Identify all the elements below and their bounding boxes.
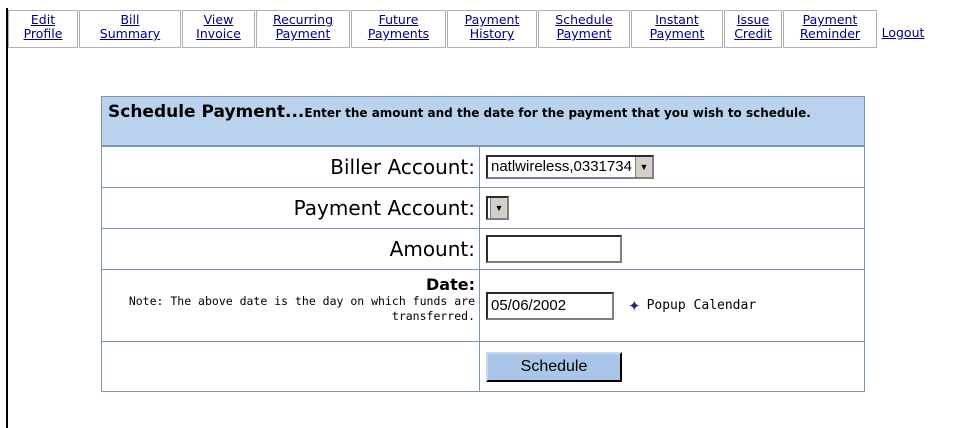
amount-row: Amount: xyxy=(102,228,864,269)
payment-account-row: Payment Account: ▼ xyxy=(102,187,864,228)
biller-account-cell: natlwireless,0331734 ▼ xyxy=(480,147,864,187)
schedule-button[interactable]: Schedule xyxy=(486,351,622,382)
nav-label: Edit Profile xyxy=(23,12,63,41)
nav-payment-history[interactable]: Payment History xyxy=(447,10,537,48)
biller-account-value: natlwireless,0331734 xyxy=(491,158,632,175)
date-input[interactable]: 05/06/2002 xyxy=(486,291,614,320)
popup-calendar-link[interactable]: Popup Calendar xyxy=(647,298,757,313)
frame-border xyxy=(6,8,8,428)
biller-account-row: Biller Account: natlwireless,0331734 ▼ xyxy=(102,146,864,187)
top-nav: Edit Profile Bill Summary View Invoice Recu… xyxy=(8,10,929,48)
nav-label: Payment History xyxy=(464,12,520,41)
nav-instant-payment[interactable]: Instant Payment xyxy=(631,10,723,48)
date-label: Date: xyxy=(426,275,475,294)
biller-account-label: Biller Account: xyxy=(102,147,480,187)
nav-label: Payment Reminder xyxy=(799,12,861,41)
payment-account-cell: ▼ xyxy=(480,188,864,228)
nav-schedule-payment[interactable]: Schedule Payment xyxy=(538,10,630,48)
nav-label: Issue Credit xyxy=(734,12,772,41)
form-header: Schedule Payment...Enter the amount and … xyxy=(102,97,864,146)
biller-account-select[interactable]: natlwireless,0331734 ▼ xyxy=(486,155,654,179)
nav-label: Instant Payment xyxy=(649,12,705,41)
nav-label: Bill Summary xyxy=(99,12,161,41)
schedule-payment-form: Schedule Payment...Enter the amount and … xyxy=(101,96,865,392)
nav-view-invoice[interactable]: View Invoice xyxy=(182,10,255,48)
payment-account-label: Payment Account: xyxy=(102,188,480,228)
calendar-icon[interactable]: ✦ xyxy=(628,297,641,315)
nav-future-payments[interactable]: Future Payments xyxy=(351,10,446,48)
nav-bill-summary[interactable]: Bill Summary xyxy=(79,10,181,48)
nav-label: View Invoice xyxy=(196,12,241,41)
amount-cell xyxy=(480,229,864,269)
chevron-down-icon[interactable]: ▼ xyxy=(634,157,652,177)
submit-cell: Schedule xyxy=(480,342,864,391)
date-row: Date: Note: The above date is the day on… xyxy=(102,269,864,341)
date-label-cell: Date: Note: The above date is the day on… xyxy=(102,270,480,341)
amount-label: Amount: xyxy=(102,229,480,269)
date-cell: 05/06/2002 ✦ Popup Calendar xyxy=(480,270,864,341)
chevron-down-icon[interactable]: ▼ xyxy=(490,198,507,218)
payment-account-select[interactable]: ▼ xyxy=(486,196,509,220)
logout-link[interactable]: Logout xyxy=(878,10,928,48)
nav-label: Future Payments xyxy=(367,12,430,41)
submit-empty-cell xyxy=(102,342,480,391)
nav-edit-profile[interactable]: Edit Profile xyxy=(8,10,78,48)
nav-issue-credit[interactable]: Issue Credit xyxy=(724,10,782,48)
nav-recurring-payment[interactable]: Recurring Payment xyxy=(256,10,350,48)
nav-payment-reminder[interactable]: Payment Reminder xyxy=(783,10,877,48)
form-title: Schedule Payment... xyxy=(108,102,305,122)
date-note: Note: The above date is the day on which… xyxy=(128,294,475,323)
nav-label: Recurring Payment xyxy=(273,12,333,41)
logout-label: Logout xyxy=(881,25,925,40)
nav-label: Schedule Payment xyxy=(555,12,613,41)
amount-input[interactable] xyxy=(486,235,622,263)
form-subtitle: Enter the amount and the date for the pa… xyxy=(304,106,811,120)
submit-row: Schedule xyxy=(102,341,864,391)
